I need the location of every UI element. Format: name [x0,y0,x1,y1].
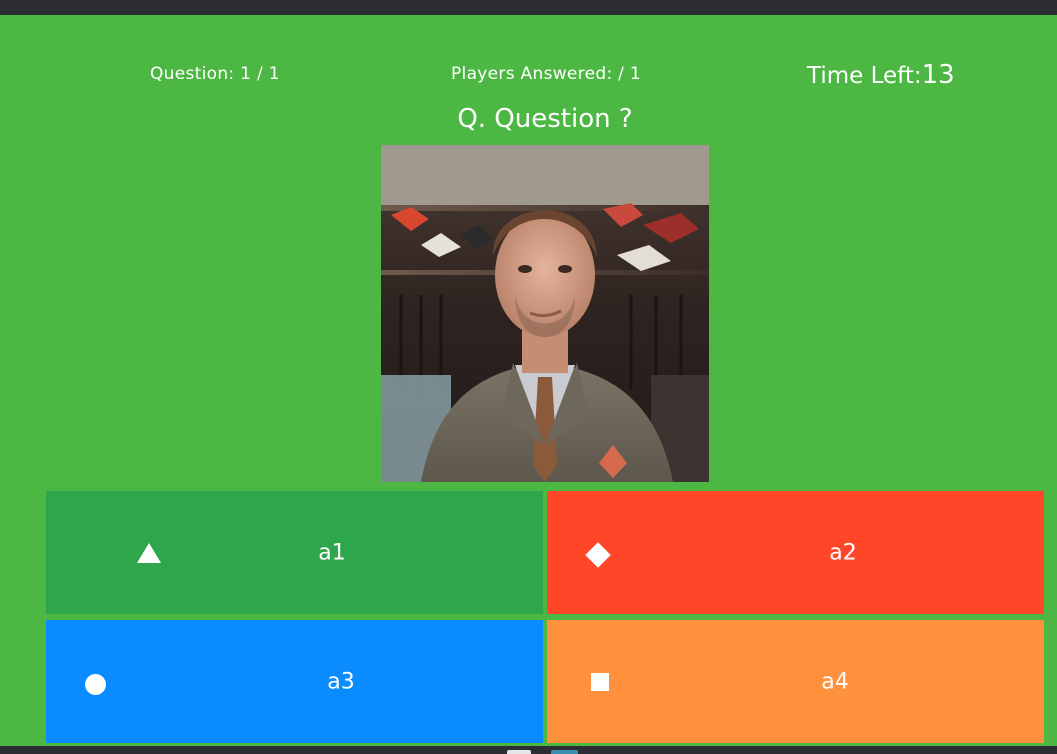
taskbar-item[interactable] [507,750,531,754]
answer-a4-label: a4 [821,669,849,694]
question-image [381,145,709,482]
answer-a2-button[interactable]: a2 [547,491,1044,614]
square-icon [591,673,609,691]
question-photo [381,145,709,482]
players-answered: Players Answered: / 1 [451,64,642,84]
answer-a4-button[interactable]: a4 [547,620,1044,743]
diamond-icon [585,542,611,568]
answer-a3-label: a3 [327,669,355,694]
time-left-value: 13 [921,60,955,90]
game-stage: Question: 1 / 1 Players Answered: / 1 Ti… [0,15,1057,746]
question-counter: Question: 1 / 1 [150,64,280,84]
circle-icon [85,674,106,695]
triangle-icon [137,543,161,563]
time-left-label: Time Left: [807,63,922,89]
time-left: Time Left:13 [807,60,955,90]
bottom-bar [0,746,1057,754]
answer-a1-button[interactable]: a1 [46,491,543,614]
question-title: Q. Question ? [457,104,633,134]
answer-a3-button[interactable]: a3 [46,620,543,743]
taskbar-item[interactable] [551,750,578,754]
answer-a2-label: a2 [829,540,857,565]
top-bar [0,0,1057,15]
answer-a1-label: a1 [318,540,346,565]
